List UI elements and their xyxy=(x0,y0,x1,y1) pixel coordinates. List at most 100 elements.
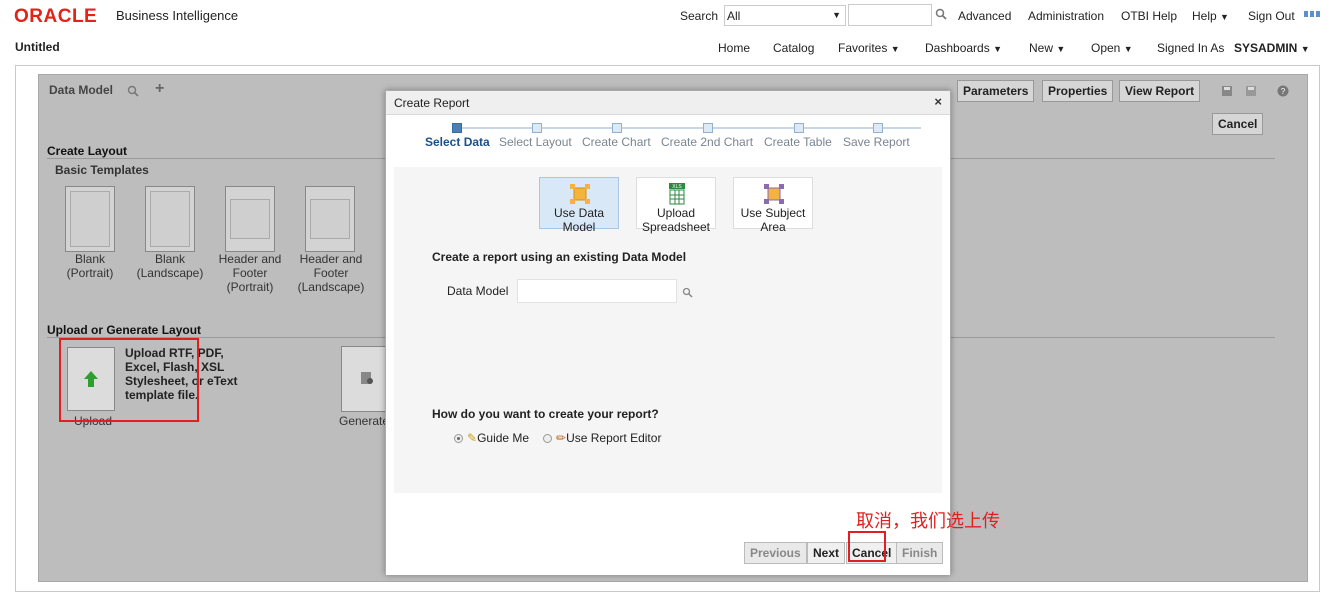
next-button[interactable]: Next xyxy=(807,542,846,564)
data-model-icon xyxy=(570,184,590,204)
nav-dashboards[interactable]: Dashboards ▼ xyxy=(925,41,1002,55)
sign-out-link[interactable]: Sign Out xyxy=(1248,9,1295,23)
step-connector xyxy=(461,127,921,129)
chevron-down-icon: ▼ xyxy=(1300,44,1310,54)
help-icon[interactable]: ? xyxy=(1277,85,1289,97)
dialog-body: Use Data Model XLS Upload Spreadsheet Us… xyxy=(394,167,942,493)
upload-spreadsheet-button[interactable]: XLS Upload Spreadsheet xyxy=(636,177,716,234)
guide-me-label: Guide Me xyxy=(477,431,530,445)
data-model-toolbar: Data Model xyxy=(49,83,113,97)
wand-icon: ✎ xyxy=(467,431,478,445)
close-icon[interactable]: × xyxy=(934,94,942,109)
save-as-icon[interactable] xyxy=(1245,85,1257,97)
administration-link[interactable]: Administration xyxy=(1028,9,1104,23)
search-icon[interactable] xyxy=(935,8,947,20)
otbi-help-link[interactable]: OTBI Help xyxy=(1121,9,1177,23)
report-editor-option[interactable]: ✏Use Report Editor xyxy=(556,431,661,445)
add-icon[interactable]: + xyxy=(155,80,164,98)
template-blank-landscape[interactable] xyxy=(145,186,195,252)
subject-area-icon xyxy=(764,184,784,204)
guide-me-radio[interactable] xyxy=(454,434,463,443)
use-subject-area-button[interactable]: Use Subject Area xyxy=(733,177,813,234)
upload-highlight-box xyxy=(59,338,199,422)
chevron-down-icon: ▼ xyxy=(1123,44,1133,54)
chevron-down-icon: ▼ xyxy=(1056,44,1066,54)
search-icon[interactable] xyxy=(127,85,139,97)
accessibility-icon[interactable] xyxy=(1304,10,1320,20)
create-report-dialog: Create Report × Select Data Select Layou… xyxy=(385,90,951,575)
data-model-field-label: Data Model xyxy=(447,284,509,298)
nav-new-label: New xyxy=(1029,41,1054,55)
nav-dashboards-label: Dashboards xyxy=(925,41,990,55)
step-create-table[interactable]: Create Table xyxy=(764,135,832,149)
chevron-down-icon: ▼ xyxy=(832,10,841,20)
step-create-2nd-chart[interactable]: Create 2nd Chart xyxy=(661,135,753,149)
creation-question: How do you want to create your report? xyxy=(432,407,659,421)
step-dot-select-data[interactable] xyxy=(452,123,462,133)
properties-button[interactable]: Properties xyxy=(1042,80,1114,102)
nav-new[interactable]: New ▼ xyxy=(1029,41,1065,55)
user-name: SYSADMIN xyxy=(1234,41,1298,55)
cancel-highlight-box xyxy=(848,531,886,562)
view-report-button[interactable]: View Report xyxy=(1119,80,1201,102)
oracle-logo[interactable]: ORACLE xyxy=(14,6,97,28)
svg-text:?: ? xyxy=(1281,87,1286,96)
report-editor-radio[interactable] xyxy=(543,434,552,443)
generate-icon xyxy=(361,372,373,384)
data-model-input[interactable] xyxy=(517,279,677,303)
nav-open-label: Open xyxy=(1091,41,1121,55)
nav-catalog[interactable]: Catalog xyxy=(773,41,814,55)
step-select-layout[interactable]: Select Layout xyxy=(499,135,572,149)
create-layout-heading: Create Layout xyxy=(47,144,128,158)
use-data-model-label: Use Data Model xyxy=(553,206,605,234)
step-select-data[interactable]: Select Data xyxy=(425,135,490,149)
finish-button[interactable]: Finish xyxy=(896,542,944,564)
help-menu[interactable]: Help ▼ xyxy=(1192,9,1229,23)
data-model-label: Data Model xyxy=(49,83,114,97)
nav-home[interactable]: Home xyxy=(718,41,750,55)
step-dot-create-table[interactable] xyxy=(794,123,804,133)
spreadsheet-icon: XLS xyxy=(669,183,685,205)
xls-badge: XLS xyxy=(672,184,682,190)
previous-button[interactable]: Previous xyxy=(744,542,807,564)
advanced-link[interactable]: Advanced xyxy=(958,9,1011,23)
step-save-report[interactable]: Save Report xyxy=(843,135,910,149)
search-input[interactable] xyxy=(848,4,932,26)
search-label: Search xyxy=(680,9,719,23)
editor-cancel-button[interactable]: Cancel xyxy=(1212,113,1264,135)
guide-me-option[interactable]: ✎Guide Me xyxy=(467,431,529,445)
basic-templates-heading: Basic Templates xyxy=(55,163,149,177)
template-blank-portrait[interactable] xyxy=(65,186,115,252)
step-dot-select-layout[interactable] xyxy=(532,123,542,133)
parameters-button[interactable]: Parameters xyxy=(957,80,1035,102)
product-name: Business Intelligence xyxy=(116,8,239,23)
chevron-down-icon: ▼ xyxy=(1220,12,1229,22)
template-label: Header and Footer (Landscape) xyxy=(297,252,365,294)
template-label: Blank (Landscape) xyxy=(136,252,204,280)
signed-in-label: Signed In As xyxy=(1157,41,1225,55)
step-dot-save-report[interactable] xyxy=(873,123,883,133)
user-menu[interactable]: SYSADMIN ▼ xyxy=(1234,41,1310,55)
generate-tile[interactable] xyxy=(341,346,391,412)
step-dot-create-chart[interactable] xyxy=(612,123,622,133)
report-editor-label: Use Report Editor xyxy=(566,431,662,445)
template-header-footer-portrait[interactable] xyxy=(225,186,275,252)
save-icon[interactable] xyxy=(1221,85,1233,97)
upload-generate-heading: Upload or Generate Layout xyxy=(47,323,202,337)
dialog-title: Create Report xyxy=(394,96,470,110)
search-icon[interactable] xyxy=(682,287,693,298)
step-dot-create-2nd-chart[interactable] xyxy=(703,123,713,133)
dialog-header: Create Report × xyxy=(386,91,950,115)
template-header-footer-landscape[interactable] xyxy=(305,186,355,252)
help-label: Help xyxy=(1192,9,1217,23)
data-model-prompt: Create a report using an existing Data M… xyxy=(432,250,687,264)
pencil-icon: ✏ xyxy=(556,431,567,445)
step-create-chart[interactable]: Create Chart xyxy=(582,135,651,149)
nav-bar: Untitled Home Catalog Favorites ▼ Dashbo… xyxy=(0,33,1335,63)
nav-open[interactable]: Open ▼ xyxy=(1091,41,1133,55)
nav-favorites[interactable]: Favorites ▼ xyxy=(838,41,900,55)
use-data-model-button[interactable]: Use Data Model xyxy=(539,177,619,234)
search-scope-select[interactable]: All ▼ xyxy=(724,5,846,26)
upload-spreadsheet-label: Upload Spreadsheet xyxy=(641,206,711,234)
chevron-down-icon: ▼ xyxy=(993,44,1002,54)
